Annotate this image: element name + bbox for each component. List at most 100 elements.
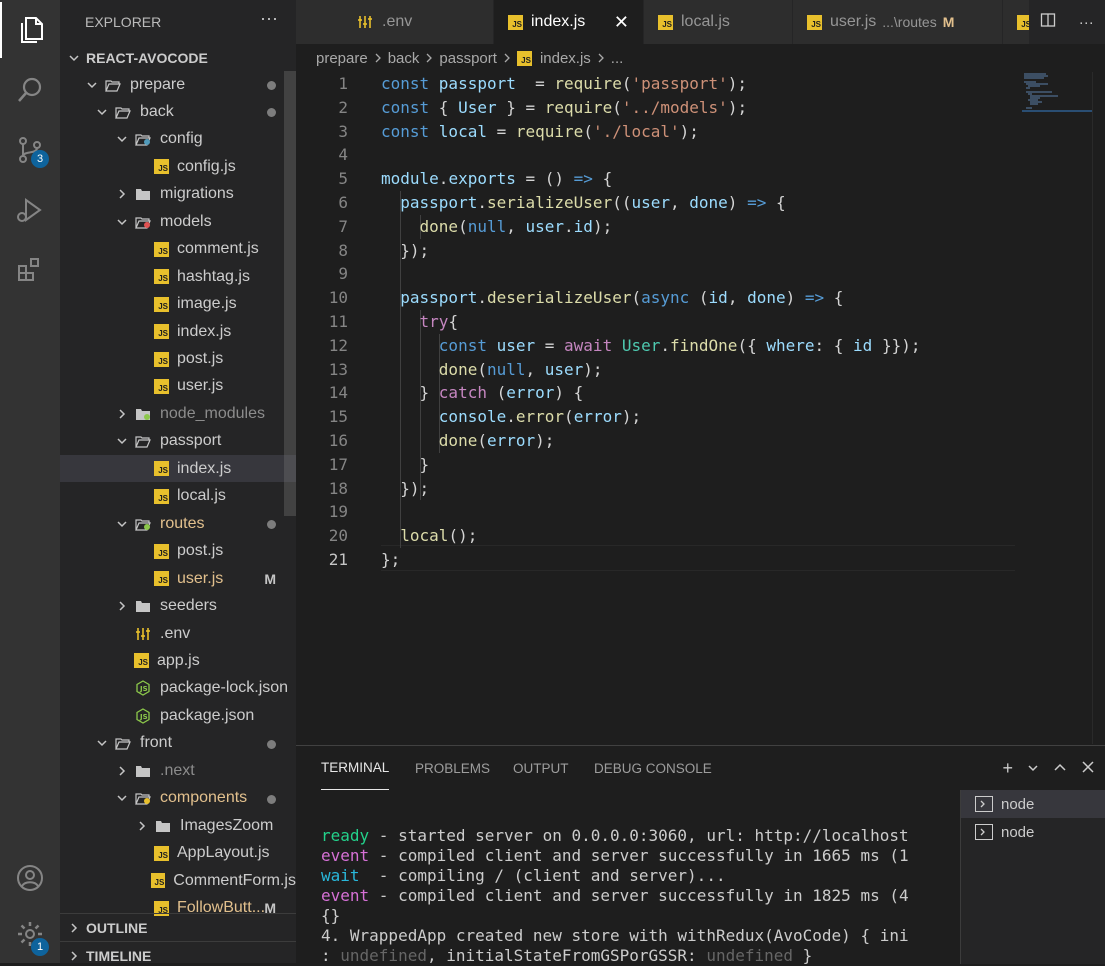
code-token: ( [689, 288, 709, 308]
code-token: . [438, 169, 449, 189]
project-header[interactable]: REACT-AVOCODE [60, 44, 296, 71]
file-item[interactable]: JS config.js [60, 153, 296, 180]
file-item[interactable]: JS local.js [60, 483, 296, 510]
file-label: hashtag.js [177, 267, 250, 285]
code-token: = () [515, 169, 574, 189]
panel-tab-output[interactable]: OUTPUT [513, 746, 569, 790]
extensions-icon[interactable] [0, 242, 60, 298]
source-control-icon[interactable]: 3 [0, 122, 60, 178]
line-number: 14 [328, 383, 348, 403]
more-actions-icon[interactable]: ··· [1079, 14, 1094, 31]
folder-item[interactable]: migrations [60, 181, 296, 208]
nodejs-json-icon: JS [134, 680, 152, 697]
activity-bar: 3 1 [0, 0, 60, 963]
terminal-output[interactable]: ready - started server on 0.0.0.0:3060, … [321, 826, 909, 966]
file-item[interactable]: JS index.js [60, 318, 296, 345]
maximize-panel-icon[interactable] [1053, 758, 1067, 779]
folder-item[interactable]: back [60, 98, 296, 125]
line-number: 12 [328, 335, 348, 355]
new-terminal-button[interactable]: + [1002, 758, 1013, 779]
file-item[interactable]: .env [60, 620, 296, 647]
folder-item[interactable]: .next [60, 757, 296, 784]
run-debug-icon[interactable] [0, 182, 60, 238]
file-item[interactable]: JS app.js [60, 647, 296, 674]
code-token: const [438, 335, 497, 355]
file-label: config.js [177, 157, 236, 175]
tab-user.js[interactable]: JS user.js ...\routes M [793, 0, 1002, 44]
tab-label: .env [382, 13, 413, 30]
file-item[interactable]: JS comment.js [60, 236, 296, 263]
folder-item[interactable]: node_modules [60, 400, 296, 427]
tab-.env[interactable]: .env [296, 0, 493, 44]
folder-item[interactable]: seeders [60, 593, 296, 620]
folder-item[interactable]: models [60, 208, 296, 235]
folder-item[interactable]: config [60, 126, 296, 153]
terminal-line: 4. WrappedApp created new store with wit… [321, 926, 909, 946]
breadcrumb-item[interactable]: passport [439, 50, 497, 67]
outline-section[interactable]: OUTLINE [60, 913, 296, 941]
folder-item[interactable]: ImagesZoom [60, 812, 296, 839]
folder-item[interactable]: prepare [60, 71, 296, 98]
code-token: }}); [872, 335, 921, 355]
code-token: ( [564, 407, 574, 427]
panel-tab-problems[interactable]: PROBLEMS [415, 746, 490, 790]
panel-tab-terminal[interactable]: TERMINAL [321, 746, 390, 790]
line-number: 19 [328, 502, 348, 522]
terminal-instance[interactable]: node [961, 790, 1105, 818]
panel-tab-debug-console[interactable]: DEBUG CONSOLE [594, 746, 712, 790]
folder-config-icon [134, 131, 152, 147]
split-editor-icon[interactable] [1040, 12, 1056, 32]
more-actions-icon[interactable]: ··· [260, 8, 278, 29]
file-label: passport [160, 432, 222, 450]
file-item[interactable]: JS user.js M [60, 565, 296, 592]
file-item[interactable]: JS package.json [60, 702, 296, 729]
settings-gear-icon[interactable]: 1 [0, 906, 60, 962]
file-item[interactable]: JS user.js [60, 373, 296, 400]
tab-index.js[interactable]: JS index.js ✕ [494, 0, 643, 44]
file-item[interactable]: JS AppLayout.js [60, 840, 296, 867]
code-token: . [506, 407, 516, 427]
timeline-section[interactable]: TIMELINE [60, 941, 296, 963]
line-number: 16 [328, 431, 348, 450]
tab-local.js[interactable]: JS local.js [644, 0, 792, 44]
editor-scrollbar[interactable] [1092, 72, 1105, 744]
chevron-down-icon [114, 433, 130, 449]
code-token: , [727, 288, 748, 308]
breadcrumb-item[interactable]: prepare [316, 50, 368, 67]
code-editor[interactable]: 1 const passport = require('passport'); 2 c… [296, 72, 1105, 744]
code-token: const [381, 121, 439, 141]
explorer-icon[interactable] [0, 2, 60, 58]
breadcrumb-item[interactable]: back [388, 50, 420, 67]
sidebar-scrollbar[interactable] [284, 71, 296, 516]
search-icon[interactable] [0, 62, 60, 118]
file-item[interactable]: JS index.js [60, 455, 296, 483]
file-item[interactable]: JS post.js [60, 538, 296, 565]
folder-item[interactable]: front [60, 730, 296, 757]
code-token: } = [496, 97, 545, 117]
minimap[interactable] [1022, 72, 1092, 112]
modified-dot [267, 108, 276, 118]
terminal-instance[interactable]: node [961, 818, 1105, 846]
breadcrumb-item[interactable]: index.js [540, 50, 591, 67]
explorer-sidebar: EXPLORER ··· REACT-AVOCODE prepare back co… [60, 0, 296, 963]
settings-badge: 1 [31, 938, 49, 956]
account-icon[interactable] [0, 850, 60, 906]
close-panel-icon[interactable] [1081, 758, 1095, 779]
folder-item[interactable]: routes [60, 510, 296, 537]
breadcrumb-item[interactable]: ... [611, 50, 624, 67]
folder-icon [154, 818, 172, 834]
code-token: const [381, 74, 439, 93]
code-token: findOne [670, 335, 738, 355]
file-item[interactable]: JS package-lock.json [60, 675, 296, 702]
file-label: package.json [160, 706, 255, 724]
bottom-panel: TERMINAL PROBLEMS OUTPUT DEBUG CONSOLE + re… [296, 745, 1105, 966]
folder-item[interactable]: passport [60, 428, 296, 455]
file-item[interactable]: JS hashtag.js [60, 263, 296, 290]
chevron-down-icon[interactable] [1027, 758, 1039, 779]
close-icon[interactable]: ✕ [614, 12, 629, 33]
file-item[interactable]: JS post.js [60, 346, 296, 373]
file-item[interactable]: JS image.js [60, 291, 296, 318]
file-item[interactable]: JS CommentForm.js [60, 867, 296, 894]
js-file-icon: JS [154, 241, 169, 257]
folder-item[interactable]: components [60, 785, 296, 812]
